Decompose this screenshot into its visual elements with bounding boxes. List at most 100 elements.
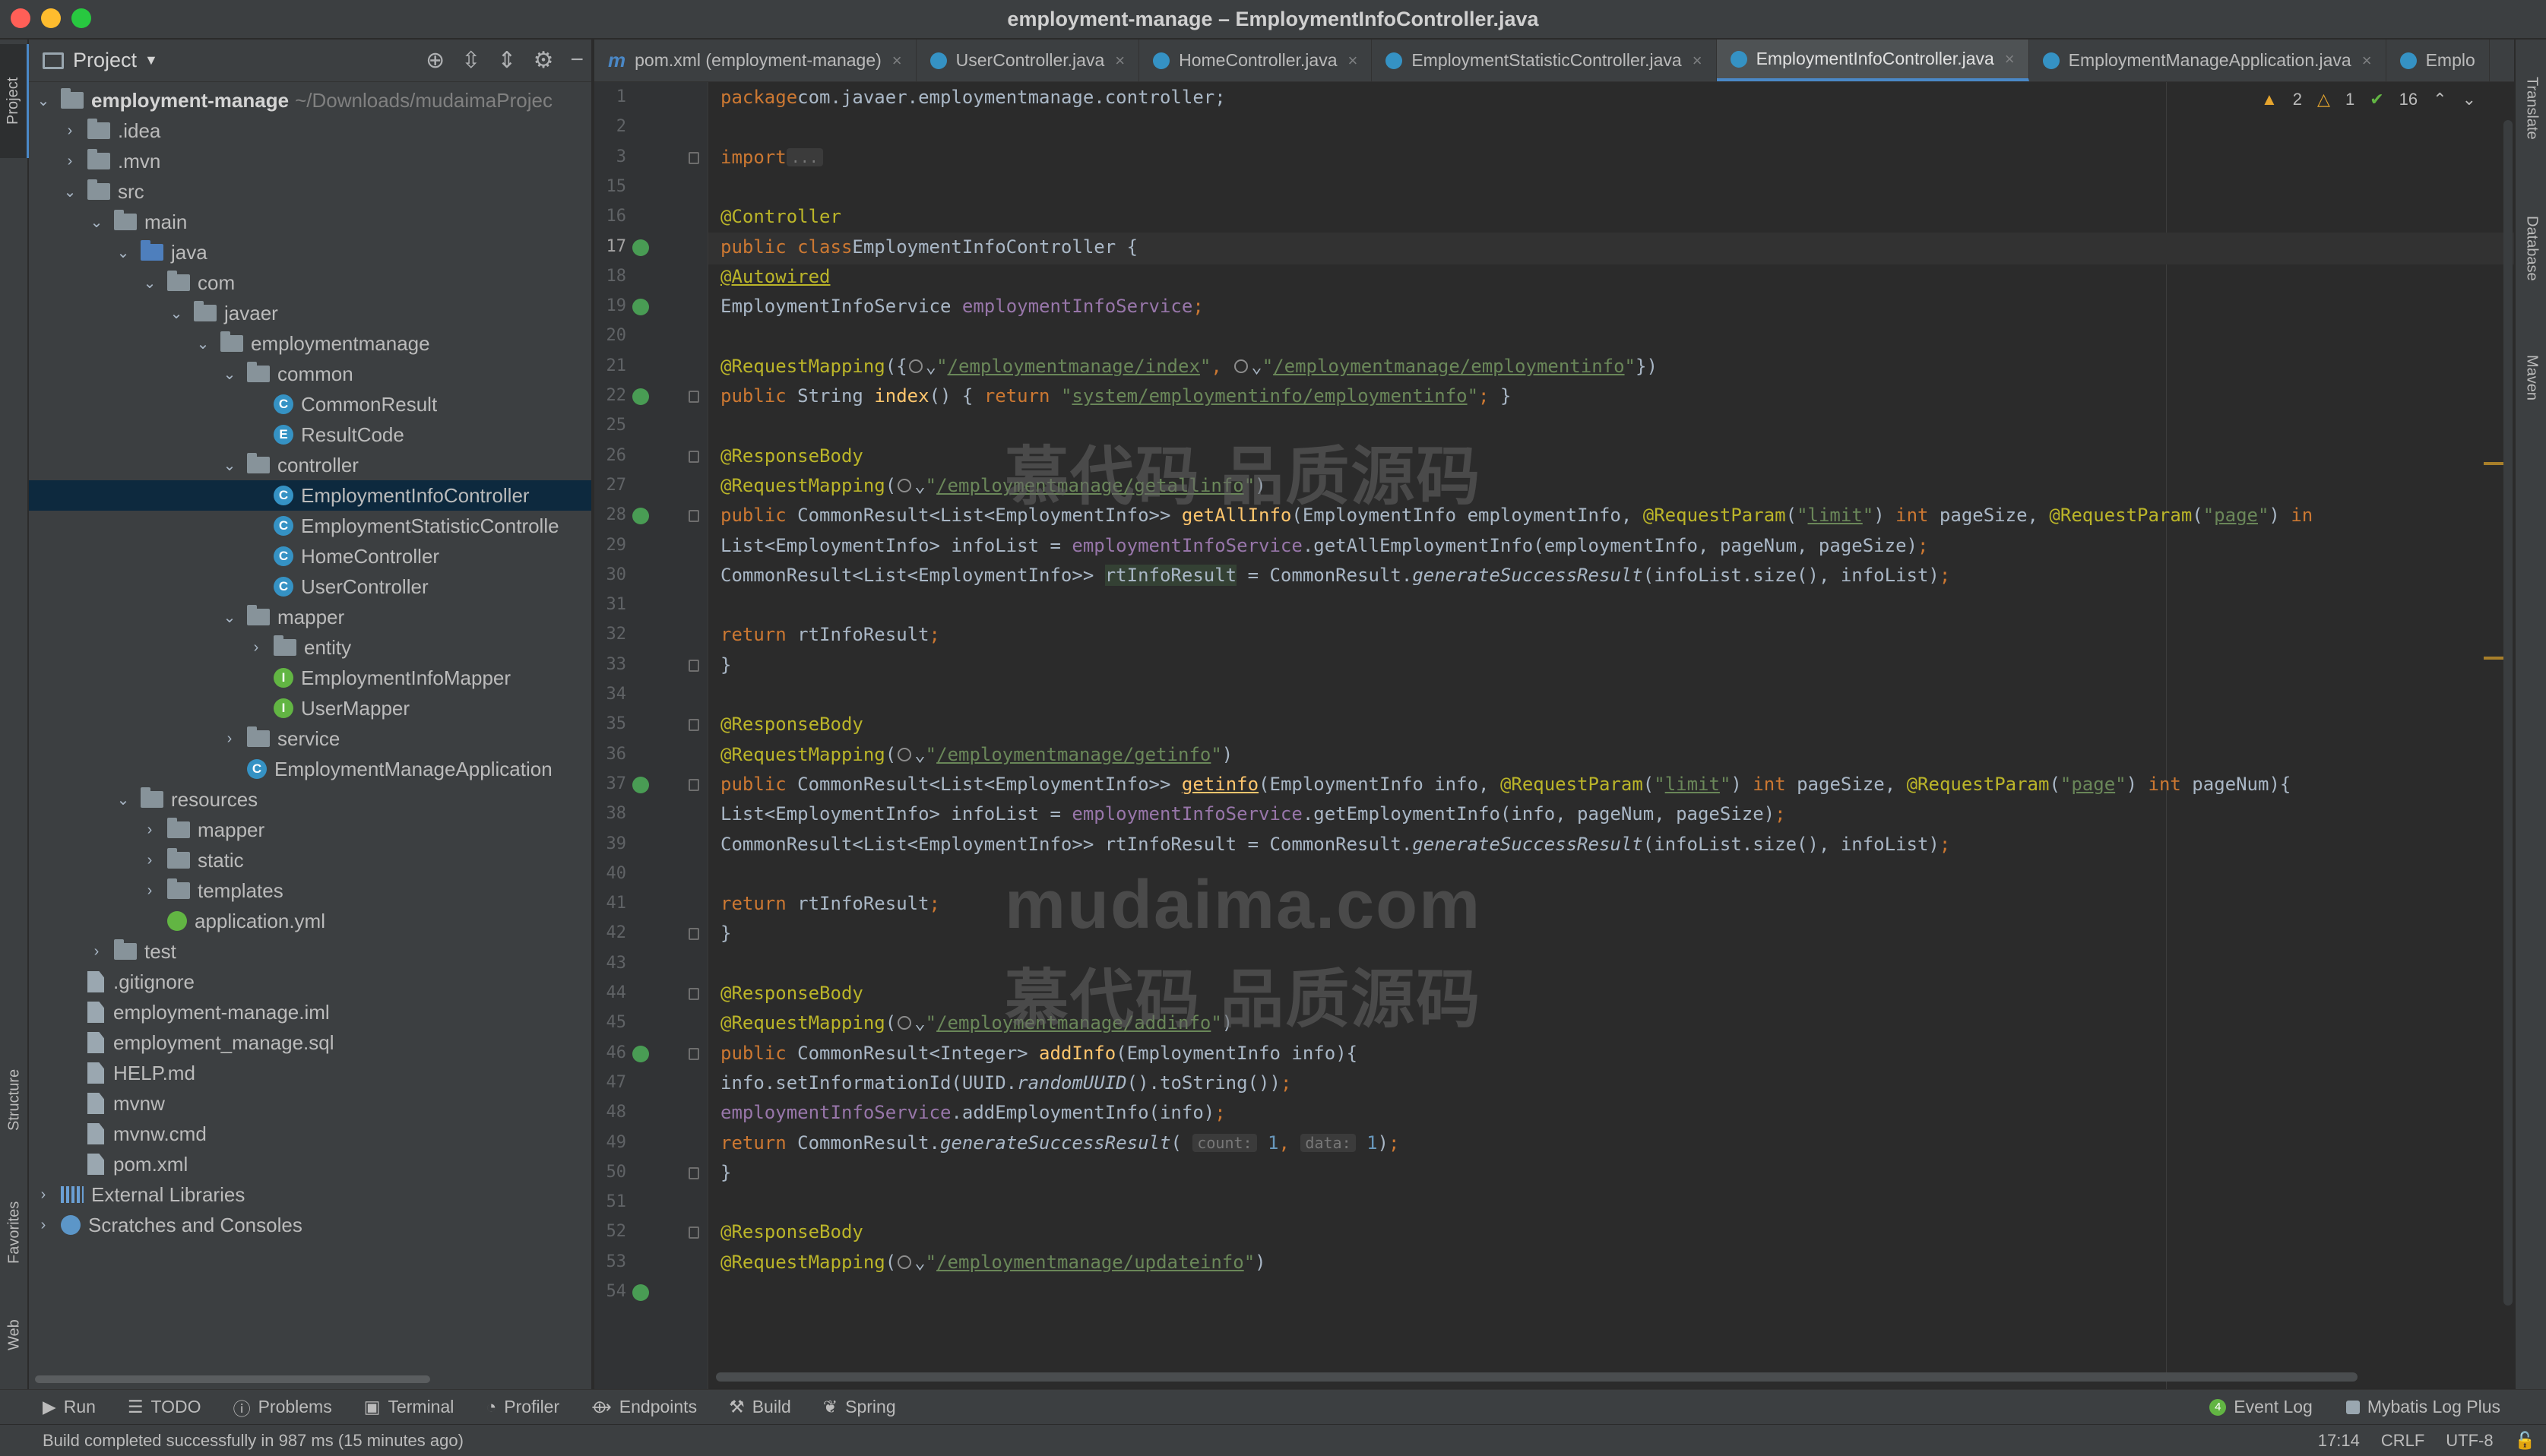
fold-marker-icon[interactable]: [689, 450, 699, 463]
next-highlight-icon[interactable]: ⌄: [2462, 90, 2476, 109]
tool-window-button-problems[interactable]: ⓘ Problems: [233, 1394, 332, 1420]
tree-item[interactable]: ⌄ employmentmanage: [29, 328, 591, 359]
fold-marker-icon[interactable]: [689, 1047, 699, 1060]
tree-item[interactable]: › .idea: [29, 116, 591, 146]
line-number[interactable]: 45: [594, 1007, 627, 1039]
tree-item[interactable]: ⌄ com: [29, 267, 591, 298]
code-line[interactable]: public class EmploymentInfoController {: [720, 231, 1138, 263]
editor-vertical-scrollbar[interactable]: [2503, 120, 2513, 1306]
line-number[interactable]: 30: [594, 559, 627, 591]
line-number[interactable]: 36: [594, 739, 627, 771]
tool-window-button-profiler[interactable]: ◔ Profiler: [486, 1397, 559, 1417]
line-number[interactable]: 3: [594, 141, 626, 173]
line-number[interactable]: 31: [594, 589, 627, 621]
code-line[interactable]: List<EmploymentInfo> infoList = employme…: [720, 530, 1928, 562]
collapse-all-icon[interactable]: ⇕: [497, 47, 516, 74]
build-status-message[interactable]: Build completed successfully in 987 ms (…: [43, 1431, 464, 1451]
mybatis-log-button[interactable]: Mybatis Log Plus: [2345, 1397, 2500, 1417]
close-tab-icon[interactable]: ×: [2362, 51, 2372, 71]
line-number[interactable]: 42: [594, 917, 627, 949]
chevron-down-icon[interactable]: ⌄: [168, 304, 185, 323]
close-tab-icon[interactable]: ×: [1115, 51, 1125, 71]
hide-panel-icon[interactable]: −: [570, 47, 584, 74]
spring-bean-gutter-icon[interactable]: [632, 239, 649, 256]
chevron-down-icon[interactable]: ⌄: [221, 365, 238, 384]
code-line[interactable]: public String index() { return " system/e…: [720, 380, 1511, 412]
chevron-down-icon[interactable]: ⌄: [35, 91, 52, 110]
tree-item[interactable]: C EmploymentStatisticControlle: [29, 511, 591, 541]
fold-marker-icon[interactable]: [689, 988, 699, 1000]
chevron-right-icon[interactable]: ›: [141, 882, 158, 900]
line-number[interactable]: 1: [594, 82, 626, 113]
code-line[interactable]: EmploymentInfoService employmentInfoServ…: [720, 290, 1204, 322]
tree-item[interactable]: C EmploymentManageApplication: [29, 754, 591, 784]
chevron-down-icon[interactable]: ⌄: [195, 334, 211, 353]
line-number[interactable]: 47: [594, 1067, 627, 1099]
tree-item[interactable]: ⌄ controller: [29, 450, 591, 480]
chevron-right-icon[interactable]: ›: [88, 943, 105, 961]
project-tool-tab[interactable]: Project: [0, 44, 29, 158]
tree-item[interactable]: › entity: [29, 632, 591, 663]
tree-item[interactable]: › Scratches and Consoles: [29, 1210, 591, 1240]
code-line[interactable]: public CommonResult<Integer> addInfo (Emp…: [720, 1037, 1357, 1069]
chevron-down-icon[interactable]: ⌄: [141, 274, 158, 293]
line-number[interactable]: 41: [594, 888, 627, 919]
tree-item[interactable]: ⌄ common: [29, 359, 591, 389]
editor-tab[interactable]: EmploymentManageApplication.java ×: [2029, 40, 2386, 81]
project-view-selector[interactable]: Project: [73, 49, 137, 72]
tree-item[interactable]: mvnw: [29, 1088, 591, 1119]
tool-window-button-endpoints[interactable]: ⟴ Endpoints: [591, 1397, 697, 1417]
fold-marker-icon[interactable]: [689, 1227, 699, 1239]
tree-item[interactable]: I EmploymentInfoMapper: [29, 663, 591, 693]
tree-item[interactable]: ⌄ main: [29, 207, 591, 237]
tool-window-button-spring[interactable]: ❦ Spring: [823, 1397, 896, 1417]
tree-item[interactable]: ⌄ java: [29, 237, 591, 267]
fold-marker-icon[interactable]: [689, 928, 699, 941]
code-line[interactable]: @RequestMapping(⌄ "/employmentmanage/upda…: [720, 1246, 1266, 1278]
spring-bean-gutter-icon[interactable]: [632, 508, 649, 525]
chevron-right-icon[interactable]: ›: [62, 122, 78, 140]
code-line[interactable]: List<EmploymentInfo> infoList = employme…: [720, 798, 1786, 830]
code-line[interactable]: CommonResult<List<EmploymentInfo>> rtInf…: [720, 559, 1950, 591]
line-number[interactable]: 46: [594, 1037, 627, 1069]
line-number[interactable]: 34: [594, 679, 627, 711]
editor-tab[interactable]: Emplo: [2386, 40, 2490, 81]
chevron-down-icon[interactable]: ⌄: [115, 790, 131, 809]
editor-tab[interactable]: HomeController.java ×: [1139, 40, 1373, 81]
code-line[interactable]: public CommonResult<List<EmploymentInfo>…: [720, 768, 2291, 800]
spring-bean-gutter-icon[interactable]: [632, 299, 649, 316]
code-line[interactable]: @ResponseBody: [720, 1216, 863, 1248]
favorites-tool-tab[interactable]: Favorites: [0, 1179, 29, 1286]
line-number[interactable]: 20: [594, 320, 627, 352]
line-number[interactable]: 33: [594, 649, 627, 681]
code-line[interactable]: @ResponseBody: [720, 977, 863, 1009]
previous-highlight-icon[interactable]: ⌃: [2433, 90, 2446, 109]
close-tab-icon[interactable]: ×: [2005, 49, 2015, 69]
tree-item[interactable]: › mapper: [29, 815, 591, 845]
line-number[interactable]: 17: [594, 231, 627, 263]
code-line[interactable]: return CommonResult. generateSuccessResul…: [720, 1127, 1399, 1159]
spring-bean-gutter-icon[interactable]: [632, 1045, 649, 1062]
chevron-down-icon[interactable]: ⌄: [115, 243, 131, 262]
editor-tab[interactable]: m pom.xml (employment-manage) ×: [594, 40, 917, 81]
line-number[interactable]: 51: [594, 1186, 627, 1218]
spring-bean-gutter-icon[interactable]: [632, 776, 649, 793]
close-tab-icon[interactable]: ×: [1693, 51, 1702, 71]
zoom-window-button[interactable]: [71, 8, 91, 28]
inspection-widget[interactable]: ▲ 2 △ 1 ✔ 16 ⌃ ⌄: [2261, 90, 2476, 109]
fold-marker-icon[interactable]: [689, 778, 699, 791]
fold-marker-icon[interactable]: [689, 151, 699, 164]
event-log-button[interactable]: 4 Event Log: [2209, 1397, 2313, 1417]
line-number[interactable]: 21: [594, 350, 627, 382]
tool-window-button-todo[interactable]: ☰ TODO: [128, 1397, 201, 1417]
editor-tab[interactable]: EmploymentInfoController.java ×: [1716, 40, 2029, 81]
code-line[interactable]: @RequestMapping(⌄ "/employmentmanage/geti…: [720, 739, 1233, 771]
code-line[interactable]: return rtInfoResult;: [720, 888, 940, 919]
line-number[interactable]: 16: [594, 201, 627, 233]
gear-icon[interactable]: ⚙: [534, 47, 554, 74]
tree-item[interactable]: employment-manage.iml: [29, 997, 591, 1027]
line-number[interactable]: 18: [594, 261, 627, 293]
close-window-button[interactable]: [11, 8, 30, 28]
code-line[interactable]: package com.javaer.employmentmanage.cont…: [720, 82, 1226, 113]
tree-item[interactable]: mvnw.cmd: [29, 1119, 591, 1149]
